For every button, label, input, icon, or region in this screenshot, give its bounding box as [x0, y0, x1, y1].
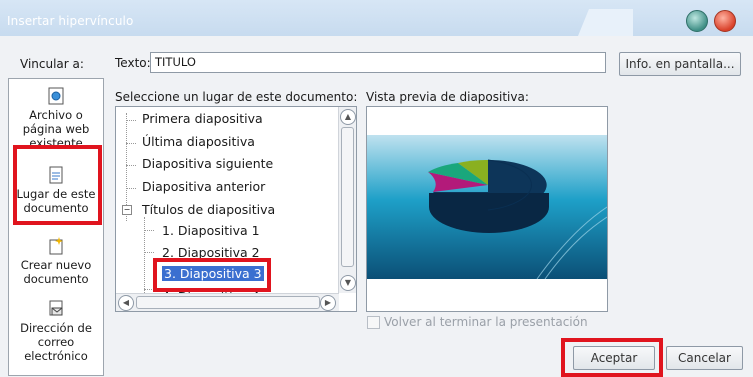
link-to-label: Vincular a:: [20, 57, 84, 71]
scroll-up-icon[interactable]: ▲: [340, 109, 356, 125]
highlight-box: [13, 145, 102, 225]
help-icon[interactable]: [686, 10, 708, 32]
scroll-right-icon[interactable]: ▶: [320, 295, 336, 311]
list-item[interactable]: Última diapositiva: [142, 134, 255, 149]
list-item[interactable]: Primera diapositiva: [142, 111, 263, 126]
tree-branch: [126, 188, 136, 189]
link-email-label: Dirección de correo electrónico: [20, 321, 92, 363]
list-item[interactable]: Diapositiva siguiente: [142, 156, 273, 171]
new-document-icon: [49, 237, 63, 255]
slide-thumbnail: [367, 135, 608, 280]
scroll-left-icon[interactable]: ◀: [118, 295, 134, 311]
return-checkbox[interactable]: [367, 316, 380, 329]
place-list-label: Seleccione un lugar de este documento:: [115, 90, 358, 104]
tree-branch: [126, 143, 136, 144]
collapse-toggle[interactable]: −: [122, 205, 132, 215]
list-item[interactable]: Títulos de diapositiva: [142, 202, 275, 217]
web-page-icon: [48, 87, 64, 105]
horizontal-scrollbar[interactable]: ◀ ▶: [116, 293, 339, 311]
list-item[interactable]: 1. Diapositiva 1: [162, 223, 260, 238]
highlight-box: [153, 258, 271, 292]
text-label: Texto:: [115, 56, 151, 70]
vertical-scrollbar[interactable]: ▲ ▼: [338, 107, 356, 293]
scroll-down-icon[interactable]: ▼: [340, 275, 356, 291]
email-icon: [49, 300, 63, 316]
highlight-box: [561, 338, 663, 377]
tree-branch: [144, 230, 154, 231]
link-new-document-label: Crear nuevo documento: [20, 258, 92, 286]
scroll-thumb-horizontal[interactable]: [136, 296, 320, 309]
cancel-button[interactable]: Cancelar: [666, 346, 743, 370]
link-to-panel: Archivo o página web existente Lugar de …: [8, 78, 104, 376]
link-new-document[interactable]: Crear nuevo documento: [9, 237, 103, 286]
title-decoration: [578, 9, 633, 36]
tree-line: [144, 217, 145, 297]
slide-preview: [366, 106, 608, 312]
preview-label: Vista previa de diapositiva:: [366, 90, 529, 104]
tree-branch: [126, 120, 136, 121]
link-email-address[interactable]: Dirección de correo electrónico: [9, 300, 103, 363]
list-item[interactable]: Diapositiva anterior: [142, 179, 265, 194]
return-checkbox-label: Volver al terminar la presentación: [384, 315, 588, 329]
link-existing-file-label: Archivo o página web existente: [22, 108, 90, 150]
title-bar: Insertar hipervínculo: [0, 0, 753, 36]
screen-tip-button[interactable]: Info. en pantalla...: [619, 52, 741, 76]
window-title: Insertar hipervínculo: [7, 14, 134, 28]
tree-branch: [144, 252, 154, 253]
link-existing-file[interactable]: Archivo o página web existente: [9, 87, 103, 150]
close-icon[interactable]: [714, 10, 736, 32]
tree-branch: [126, 165, 136, 166]
text-input[interactable]: TITULO: [150, 52, 606, 73]
scroll-thumb[interactable]: [341, 127, 354, 267]
